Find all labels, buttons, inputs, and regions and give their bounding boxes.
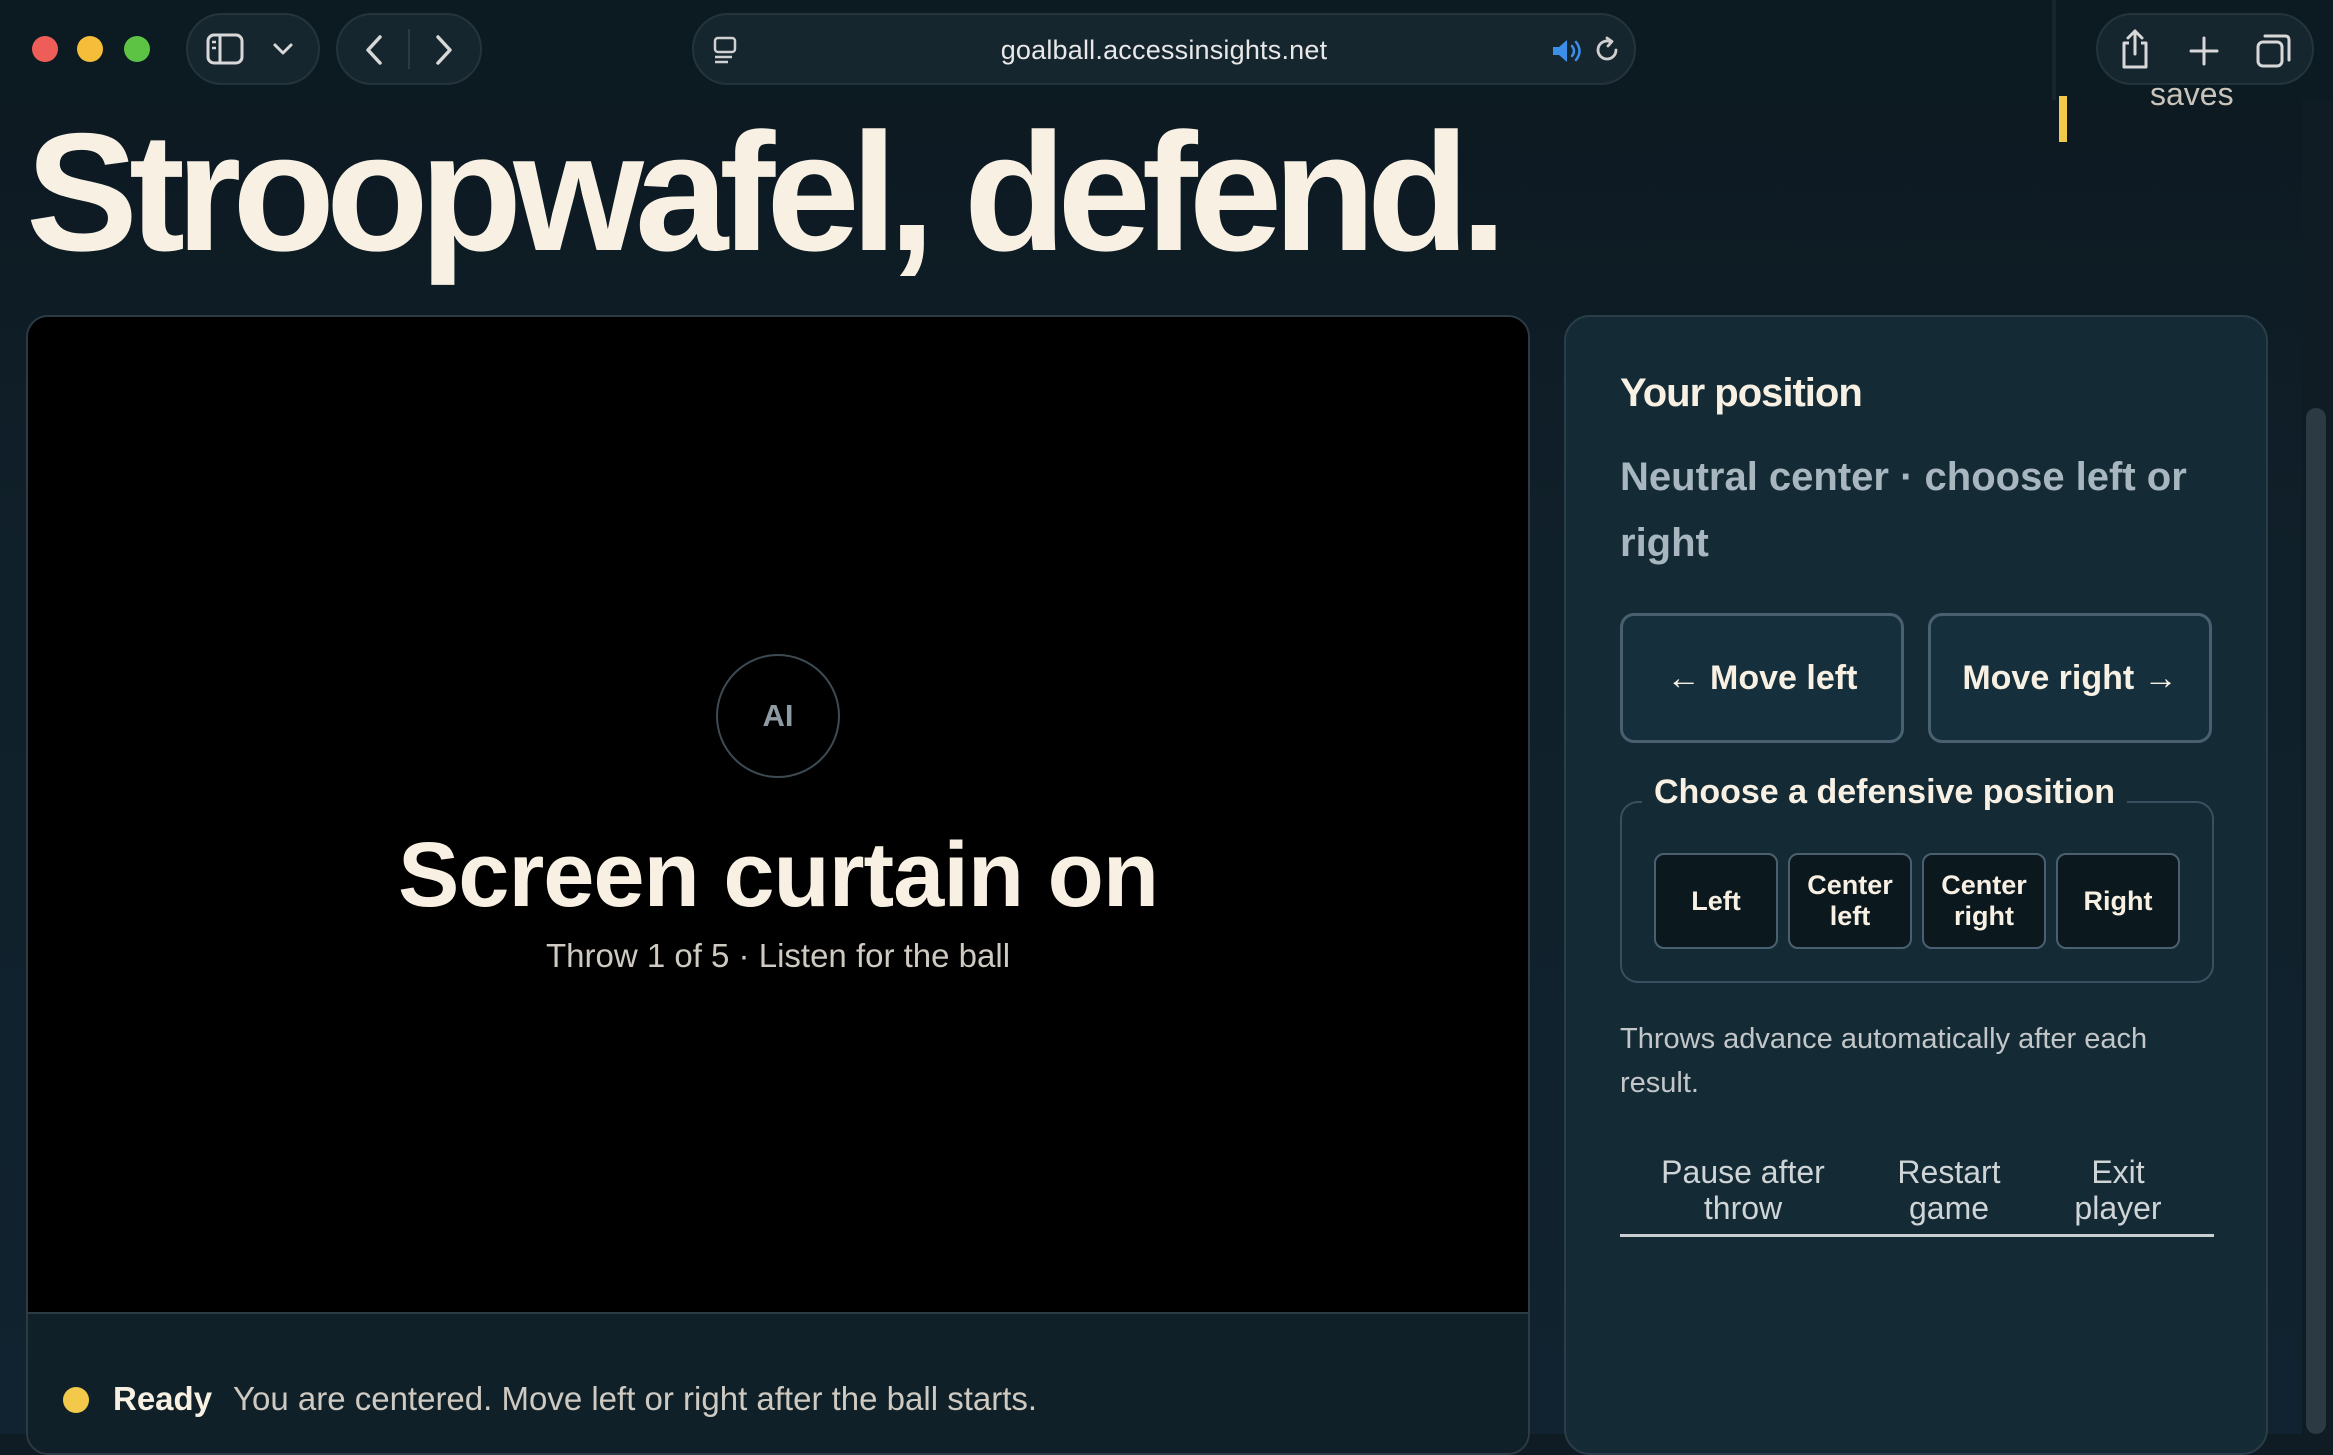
reload-icon[interactable] xyxy=(1592,35,1622,65)
player-actions: Pause after throw Restart game Exit play… xyxy=(1620,1154,2214,1237)
curtain-title: Screen curtain on xyxy=(397,824,1159,926)
chevron-down-icon[interactable] xyxy=(272,41,294,57)
curtain-subtitle: Throw 1 of 5 · Listen for the ball xyxy=(545,937,1011,974)
saves-accent-bar xyxy=(2059,96,2067,142)
navigation-group xyxy=(336,13,482,85)
saves-label: saves xyxy=(2150,76,2234,112)
defensive-position-group: Choose a defensive position Left Center … xyxy=(1620,773,2214,983)
speaker-icon[interactable] xyxy=(1550,37,1584,65)
ai-badge: AI xyxy=(716,654,840,778)
panel-heading: Your position xyxy=(1620,371,1863,415)
sidebar-toggle-group xyxy=(186,13,320,85)
position-left-button[interactable]: Left xyxy=(1654,853,1778,949)
restart-game-link[interactable]: Restart game xyxy=(1884,1154,2014,1226)
stage-canvas: AI Screen curtain on Throw 1 of 5 · List… xyxy=(28,317,1528,1312)
zoom-window-button[interactable] xyxy=(124,36,150,62)
game-stage: AI Screen curtain on Throw 1 of 5 · List… xyxy=(26,315,1530,1455)
back-icon[interactable] xyxy=(362,33,386,67)
tabs-icon[interactable] xyxy=(2256,33,2292,69)
minimize-window-button[interactable] xyxy=(77,36,103,62)
exit-player-link[interactable]: Exit player xyxy=(2060,1154,2176,1226)
pause-after-throw-link[interactable]: Pause after throw xyxy=(1648,1154,1838,1226)
position-center-left-button[interactable]: Center left xyxy=(1788,853,1912,949)
control-panel: Your position Neutral center · choose le… xyxy=(1564,315,2268,1455)
status-dot xyxy=(63,1387,89,1413)
status-bar: Ready You are centered. Move left or rig… xyxy=(28,1312,1528,1453)
move-right-button[interactable]: Move right → xyxy=(1928,613,2212,743)
sidebar-icon[interactable] xyxy=(206,33,244,65)
position-center-right-button[interactable]: Center right xyxy=(1922,853,2046,949)
status-label: Ready xyxy=(113,1380,213,1417)
position-right-button[interactable]: Right xyxy=(2056,853,2180,949)
status-message: You are centered. Move left or right aft… xyxy=(233,1380,1038,1417)
nav-divider xyxy=(408,29,410,69)
browser-toolbar: goalball.accessinsights.net xyxy=(0,0,2333,100)
forward-icon[interactable] xyxy=(432,33,456,67)
scrollbar-thumb[interactable] xyxy=(2306,408,2326,1434)
toolbar-divider xyxy=(2052,0,2056,100)
plus-icon[interactable] xyxy=(2188,35,2220,67)
window-actions-group xyxy=(2096,13,2314,85)
auto-advance-note: Throws advance automatically after each … xyxy=(1620,1023,2148,1099)
defensive-position-legend: Choose a defensive position xyxy=(1642,773,2127,812)
address-bar[interactable]: goalball.accessinsights.net xyxy=(692,13,1636,85)
url-text[interactable]: goalball.accessinsights.net xyxy=(694,35,1634,66)
current-position: Neutral center · choose left or right xyxy=(1620,455,2187,565)
close-window-button[interactable] xyxy=(32,36,58,62)
page-title: Stroopwafel, defend. xyxy=(26,98,1507,286)
move-left-button[interactable]: ← Move left xyxy=(1620,613,1904,743)
share-icon[interactable] xyxy=(2118,27,2152,71)
